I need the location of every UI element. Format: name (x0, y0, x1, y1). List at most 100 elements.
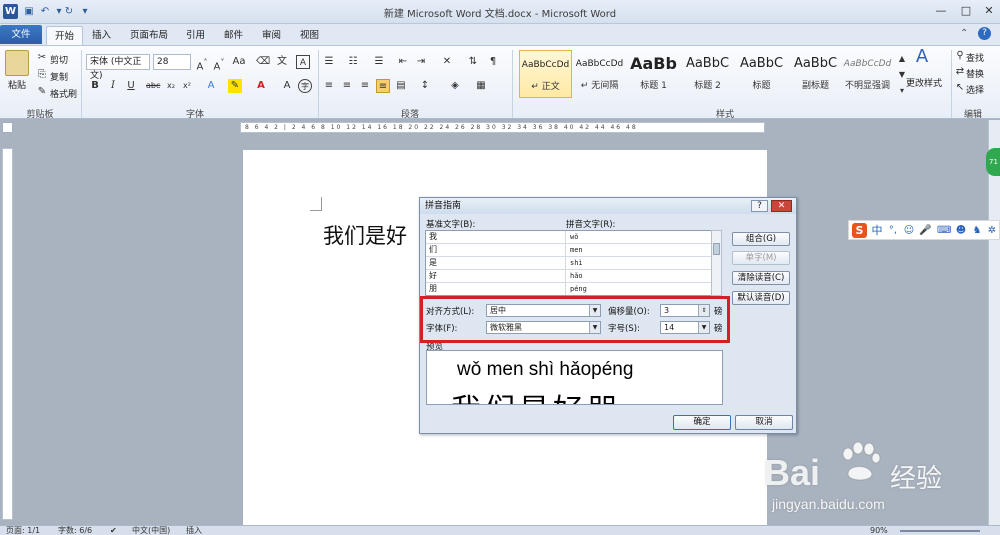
word-count[interactable]: 字数: 6/6 (58, 526, 92, 535)
replace-icon[interactable]: ⇄ (953, 65, 967, 79)
keyboard-icon[interactable]: ⌨ (937, 224, 951, 238)
user-icon[interactable]: ☻ (955, 224, 967, 238)
align-left-icon[interactable]: ≡ (322, 79, 336, 93)
shading-icon[interactable]: ◈ (448, 79, 462, 93)
style-heading-2[interactable]: AaBbC 标题 2 (681, 50, 734, 98)
sort-icon[interactable]: ⇅ (466, 55, 480, 69)
tab-file[interactable]: 文件 (0, 25, 42, 44)
microphone-icon[interactable]: 🎤 (919, 224, 931, 238)
ok-button[interactable]: 确定 (673, 415, 731, 430)
line-spacing-icon[interactable]: ↕ (418, 79, 432, 93)
ribbon-minimize-icon[interactable]: ⌃ (960, 28, 968, 39)
format-painter-icon[interactable]: ✎ (35, 85, 49, 99)
find-button[interactable]: 查找 (966, 51, 984, 64)
paste-icon[interactable] (5, 50, 29, 76)
dialog-close-button[interactable]: ✕ (771, 200, 792, 212)
underline-icon[interactable]: U (124, 79, 138, 93)
paste-button[interactable]: 粘贴 (8, 78, 26, 91)
pinyin-text-cell[interactable]: hǎo (567, 270, 713, 283)
align-right-icon[interactable]: ≡ (358, 79, 372, 93)
copy-icon[interactable]: ⎘ (35, 68, 49, 82)
select-button[interactable]: 选择 (966, 83, 984, 96)
style-title[interactable]: AaBbC 标题 (735, 50, 788, 98)
horizontal-ruler[interactable]: 8 6 4 2 | 2 4 6 8 10 12 14 16 18 20 22 2… (240, 122, 765, 133)
cut-button[interactable]: 剪切 (50, 53, 68, 66)
grid-scrollbar[interactable] (711, 230, 722, 296)
document-text[interactable]: 我们是好 (323, 220, 407, 250)
tab-mailings[interactable]: 邮件 (216, 26, 251, 45)
styles-scroll-up-icon[interactable]: ▲ (895, 52, 909, 66)
grow-font-icon[interactable]: A˄ (195, 55, 209, 72)
tab-home[interactable]: 开始 (46, 26, 84, 45)
highlight-color-icon[interactable]: ✎ (228, 79, 242, 93)
style-no-spacing[interactable]: AaBbCcDd ↵ 无间隔 (573, 50, 626, 98)
pinyin-text-cell[interactable]: péng (567, 283, 713, 295)
strikethrough-icon[interactable]: abc (146, 79, 160, 93)
insert-mode[interactable]: 插入 (186, 526, 202, 535)
cut-icon[interactable]: ✂ (35, 51, 49, 65)
page-count[interactable]: 页面: 1/1 (6, 526, 40, 535)
punctuation-icon[interactable]: °, (887, 224, 899, 238)
tab-insert[interactable]: 插入 (84, 26, 119, 45)
single-char-button[interactable]: 单字(M) (732, 251, 790, 265)
decrease-indent-icon[interactable]: ⇤ (396, 55, 410, 69)
subscript-icon[interactable]: x₂ (164, 79, 178, 93)
vertical-ruler[interactable] (2, 148, 13, 520)
base-text-cell[interactable]: 朋 (426, 283, 566, 295)
select-icon[interactable]: ↖ (953, 81, 967, 95)
font-name-combo[interactable]: 宋体 (中文正文) (86, 54, 150, 81)
emoji-icon[interactable]: ☺ (903, 224, 915, 238)
clear-reading-button[interactable]: 清除读音(C) (732, 271, 790, 285)
phonetic-guide-icon[interactable]: 文 (275, 55, 289, 69)
ime-mode-toggle[interactable]: 中 (871, 224, 883, 238)
zoom-slider[interactable] (900, 530, 980, 532)
borders-icon[interactable]: ▦ (474, 79, 488, 93)
style-subtle-emphasis[interactable]: AaBbCcDd 不明显强调 (841, 50, 894, 98)
settings-icon[interactable]: ✲ (986, 224, 998, 238)
numbering-icon[interactable]: ☷ (346, 55, 360, 69)
shrink-font-icon[interactable]: A˅ (212, 55, 226, 72)
style-heading-1[interactable]: AaBb 标题 1 (627, 50, 680, 98)
base-text-cell[interactable]: 好 (426, 270, 566, 283)
copy-button[interactable]: 复制 (50, 70, 68, 83)
superscript-icon[interactable]: x² (180, 79, 194, 93)
skin-icon[interactable]: ♞ (971, 224, 983, 238)
cancel-button[interactable]: 取消 (735, 415, 793, 430)
find-icon[interactable]: ⚲ (953, 49, 967, 63)
maximize-button[interactable]: □ (955, 3, 977, 19)
combine-button[interactable]: 组合(G) (732, 232, 790, 246)
increase-indent-icon[interactable]: ⇥ (414, 55, 428, 69)
base-text-cell[interactable]: 是 (426, 257, 566, 270)
replace-button[interactable]: 替换 (966, 67, 984, 80)
font-color-icon[interactable]: A (254, 79, 268, 93)
change-case-icon[interactable]: Aa (232, 55, 246, 69)
zoom-level[interactable]: 90% (870, 526, 888, 535)
scrollbar-thumb[interactable] (713, 243, 720, 255)
tab-review[interactable]: 审阅 (254, 26, 289, 45)
change-styles-button[interactable]: 更改样式 (906, 76, 942, 89)
minimize-button[interactable]: — (930, 3, 952, 19)
tab-page-layout[interactable]: 页面布局 (122, 26, 176, 45)
align-center-icon[interactable]: ≡ (340, 79, 354, 93)
pinyin-text-cell[interactable]: wǒ (567, 231, 713, 244)
style-normal[interactable]: AaBbCcDd ↵ 正文 (519, 50, 572, 98)
pinyin-text-cell[interactable]: men (567, 244, 713, 257)
vertical-scrollbar[interactable] (988, 120, 1000, 525)
close-button[interactable]: ✕ (978, 3, 1000, 19)
multilevel-list-icon[interactable]: ☰ (372, 55, 386, 69)
bullets-icon[interactable]: ☰ (322, 55, 336, 69)
italic-icon[interactable]: I (106, 79, 120, 93)
bold-icon[interactable]: B (88, 79, 102, 93)
text-effects-icon[interactable]: A (204, 79, 218, 93)
proofing-icon[interactable]: ✔ (110, 526, 117, 535)
style-subtitle[interactable]: AaBbC 副标题 (789, 50, 842, 98)
base-text-cell[interactable]: 们 (426, 244, 566, 257)
show-marks-icon[interactable]: ¶ (486, 55, 500, 69)
sogou-logo-icon[interactable]: S (852, 223, 867, 238)
tab-references[interactable]: 引用 (178, 26, 213, 45)
base-text-cell[interactable]: 我 (426, 231, 566, 244)
default-reading-button[interactable]: 默认读音(D) (732, 291, 790, 305)
distributed-icon[interactable]: ▤ (394, 79, 408, 93)
enclose-char-icon[interactable]: 字 (298, 79, 312, 93)
justify-icon[interactable]: ≡ (376, 79, 390, 93)
